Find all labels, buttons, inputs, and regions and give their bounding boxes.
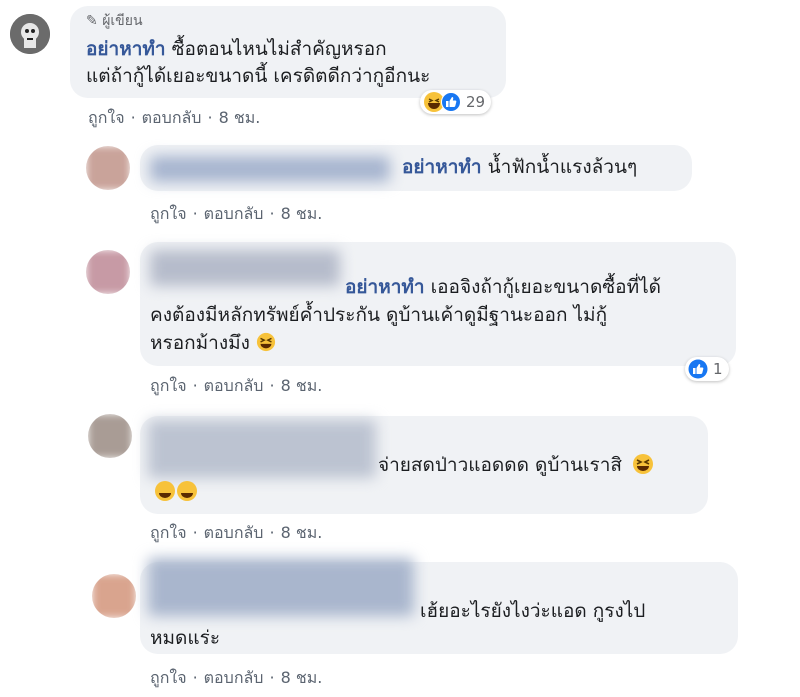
reaction-count: 1	[713, 360, 723, 378]
comment-text: เฮ้ยอะไรยังไงว่ะแอด กูรงไป	[420, 600, 646, 622]
comment-text-line2: หมดแร่ะ	[150, 627, 221, 649]
laughing-emoji-row	[154, 480, 198, 506]
comment-text-line3: หรอกม้างมึง	[150, 330, 276, 357]
laughing-emoji-icon	[633, 454, 654, 474]
author-badge: ✎ ผู้เขียน	[86, 13, 143, 29]
laughing-emoji-icon	[256, 332, 276, 352]
comment-text: อย่าหาทำ น้ำฟักน้ำแรงล้วนๆ	[402, 156, 638, 178]
comment-text-line2: แต่ถ้ากู้ได้เยอะขนาดนี้ เครดิตดีกว่ากูอี…	[86, 65, 431, 87]
reaction-summary[interactable]: 29	[420, 90, 492, 114]
pencil-icon: ✎	[86, 13, 98, 29]
timestamp[interactable]: 8 ชม.	[219, 108, 261, 127]
reaction-summary[interactable]: 1	[685, 357, 729, 381]
blurred-author-name	[150, 156, 390, 182]
avatar[interactable]	[86, 146, 130, 190]
timestamp[interactable]: 8 ชม.	[281, 204, 323, 223]
like-link[interactable]: ถูกใจ	[150, 523, 187, 542]
reply-link[interactable]: ตอบกลับ	[204, 668, 264, 687]
comment-actions: ถูกใจ · ตอบกลับ · 8 ชม.	[150, 523, 323, 542]
mention-link[interactable]: อย่าหาทำ	[402, 156, 482, 178]
like-link[interactable]: ถูกใจ	[150, 204, 187, 223]
comment-actions: ถูกใจ · ตอบกลับ · 8 ชม.	[150, 668, 323, 687]
avatar[interactable]	[86, 250, 130, 294]
comment-text: จ่ายสดป่าวแอดดด ดูบ้านเราสิ	[378, 452, 654, 479]
like-icon	[688, 359, 708, 379]
like-link[interactable]: ถูกใจ	[88, 108, 125, 127]
avatar[interactable]	[10, 14, 50, 54]
avatar[interactable]	[92, 574, 136, 618]
reply-link[interactable]: ตอบกลับ	[204, 376, 264, 395]
blurred-author-name	[148, 558, 414, 616]
mention-link[interactable]: อย่าหาทำ	[345, 276, 425, 298]
reaction-count: 29	[466, 93, 486, 111]
comment-text: อย่าหาทำ เออจิงถ้ากู้เยอะขนาดซื้อที่ได้	[345, 276, 662, 298]
like-link[interactable]: ถูกใจ	[150, 668, 187, 687]
avatar[interactable]	[88, 414, 132, 458]
blurred-author-name	[148, 420, 376, 478]
timestamp[interactable]: 8 ชม.	[281, 668, 323, 687]
comment-text: อย่าหาทำ ซื้อตอนไหนไม่สำคัญหรอก	[86, 38, 387, 60]
reply-link[interactable]: ตอบกลับ	[204, 523, 264, 542]
author-name[interactable]: อย่าหาทำ	[86, 38, 166, 60]
blurred-author-name	[150, 250, 340, 286]
comment-actions: ถูกใจ · ตอบกลับ · 8 ชม.	[150, 376, 323, 395]
comment-actions: ถูกใจ · ตอบกลับ · 8 ชม.	[150, 204, 323, 223]
reply-link[interactable]: ตอบกลับ	[204, 204, 264, 223]
comment-actions: ถูกใจ · ตอบกลับ · 8 ชม.	[88, 108, 261, 127]
timestamp[interactable]: 8 ชม.	[281, 376, 323, 395]
reply-link[interactable]: ตอบกลับ	[142, 108, 202, 127]
comment-text-line2: คงต้องมีหลักทรัพย์ค้ำประกัน ดูบ้านเค้าดู…	[150, 304, 608, 326]
laughing-emoji-icon	[155, 481, 197, 501]
like-icon	[441, 92, 461, 112]
timestamp[interactable]: 8 ชม.	[281, 523, 323, 542]
like-link[interactable]: ถูกใจ	[150, 376, 187, 395]
